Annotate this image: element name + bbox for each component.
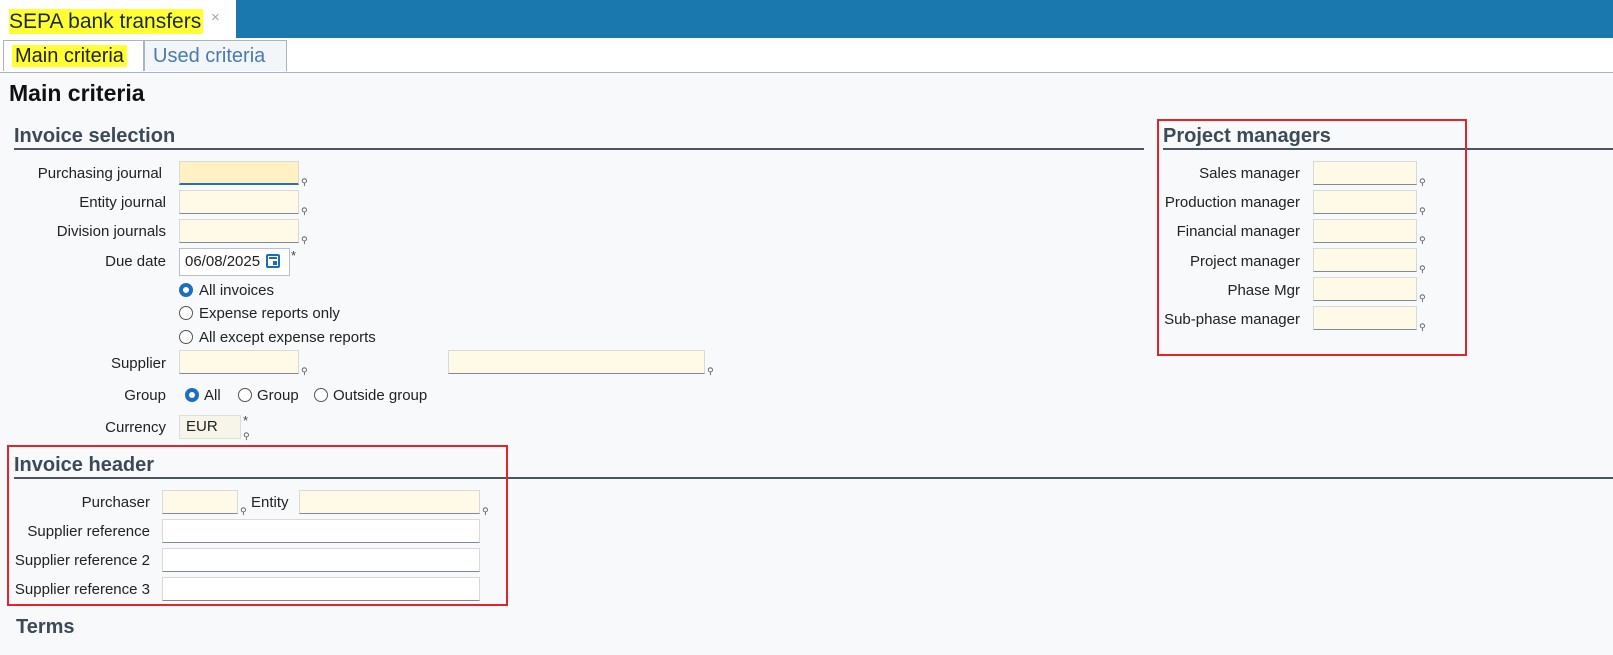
due-date-value: 06/08/2025 [185, 253, 261, 270]
sub-phase-manager-field[interactable] [1313, 306, 1417, 330]
entity-journal-field[interactable] [179, 190, 299, 214]
currency-label: Currency [105, 419, 166, 436]
phase-mgr-field[interactable] [1313, 277, 1417, 301]
radio-label: All except expense reports [199, 329, 376, 346]
sub-phase-manager-label: Sub-phase manager [1164, 311, 1300, 328]
financial-manager-field[interactable] [1313, 219, 1417, 243]
lookup-pin-icon[interactable]: ⚲ [301, 366, 308, 377]
supplier-reference-2-field[interactable] [162, 548, 480, 572]
radio-label: Outside group [333, 387, 428, 404]
page-title: Main criteria [9, 80, 145, 106]
production-manager-label: Production manager [1164, 194, 1300, 211]
lookup-pin-icon[interactable]: ⚲ [301, 177, 308, 188]
calendar-icon[interactable] [266, 254, 280, 268]
entity-field[interactable] [299, 490, 480, 514]
entity-journal-label: Entity journal [79, 194, 166, 211]
lookup-pin-icon[interactable]: ⚲ [301, 206, 308, 217]
division-journals-label: Division journals [56, 223, 166, 240]
project-manager-field[interactable] [1313, 248, 1417, 272]
radio-expense-reports-only[interactable] [179, 306, 193, 320]
lookup-pin-icon[interactable]: ⚲ [1419, 322, 1426, 333]
tab-main-criteria[interactable]: Main criteria [3, 40, 144, 71]
currency-value: EUR [186, 418, 218, 435]
close-icon[interactable]: × [211, 9, 220, 26]
invoice-selection-title: Invoice selection [14, 125, 176, 147]
sales-manager-field[interactable] [1313, 161, 1417, 185]
radio-label: All invoices [199, 282, 275, 299]
lookup-pin-icon[interactable]: ⚲ [707, 366, 714, 377]
due-date-label: Due date [105, 253, 166, 270]
currency-field[interactable]: EUR [179, 415, 241, 439]
lookup-pin-icon[interactable]: ⚲ [301, 235, 308, 246]
lookup-pin-icon[interactable]: ⚲ [1419, 206, 1426, 217]
lookup-pin-icon[interactable]: ⚲ [1419, 235, 1426, 246]
supplier-reference-3-label: Supplier reference 3 [14, 581, 150, 598]
tab-used-criteria[interactable]: Used criteria [144, 40, 287, 71]
lookup-pin-icon[interactable]: ⚲ [1419, 264, 1426, 275]
supplier-reference-3-field[interactable] [162, 577, 480, 601]
group-label: Group [124, 387, 166, 404]
radio-all-invoices[interactable] [179, 283, 193, 297]
lookup-pin-icon[interactable]: ⚲ [240, 506, 247, 517]
sales-manager-label: Sales manager [1199, 165, 1300, 182]
radio-label: Group [257, 387, 299, 404]
radio-label: Expense reports only [199, 305, 340, 322]
lookup-pin-icon[interactable]: ⚲ [1419, 293, 1426, 304]
terms-title: Terms [16, 616, 75, 638]
lookup-pin-icon[interactable]: ⚲ [243, 431, 250, 442]
radio-group-group[interactable] [238, 388, 252, 402]
radio-all-except-expense-reports[interactable] [179, 330, 193, 344]
lookup-pin-icon[interactable]: ⚲ [1419, 177, 1426, 188]
lookup-pin-icon[interactable]: ⚲ [482, 506, 489, 517]
supplier-reference-label: Supplier reference [27, 523, 150, 540]
section-divider [14, 148, 1144, 150]
document-tab-title[interactable]: SEPA bank transfers [9, 9, 204, 34]
required-marker: * [291, 248, 297, 263]
required-marker: * [243, 413, 249, 428]
financial-manager-label: Financial manager [1176, 223, 1300, 240]
purchaser-field[interactable] [162, 490, 238, 514]
entity-label: Entity [251, 494, 289, 511]
purchasing-journal-label: Purchasing journal [37, 165, 162, 182]
radio-label: All [204, 387, 221, 404]
supplier-reference-field[interactable] [162, 519, 480, 543]
supplier-reference-2-label: Supplier reference 2 [14, 552, 150, 569]
radio-group-all[interactable] [185, 388, 199, 402]
purchasing-journal-field[interactable] [179, 161, 299, 185]
purchaser-label: Purchaser [81, 494, 150, 511]
supplier-name-field[interactable] [448, 350, 705, 374]
division-journals-field[interactable] [179, 219, 299, 243]
phase-mgr-label: Phase Mgr [1227, 282, 1300, 299]
radio-group-outside[interactable] [314, 388, 328, 402]
top-bar [0, 0, 1613, 38]
supplier-label: Supplier [110, 355, 166, 372]
tab-label: Main criteria [12, 45, 127, 67]
supplier-code-field[interactable] [179, 350, 299, 374]
production-manager-field[interactable] [1313, 190, 1417, 214]
project-manager-label: Project manager [1189, 253, 1300, 270]
